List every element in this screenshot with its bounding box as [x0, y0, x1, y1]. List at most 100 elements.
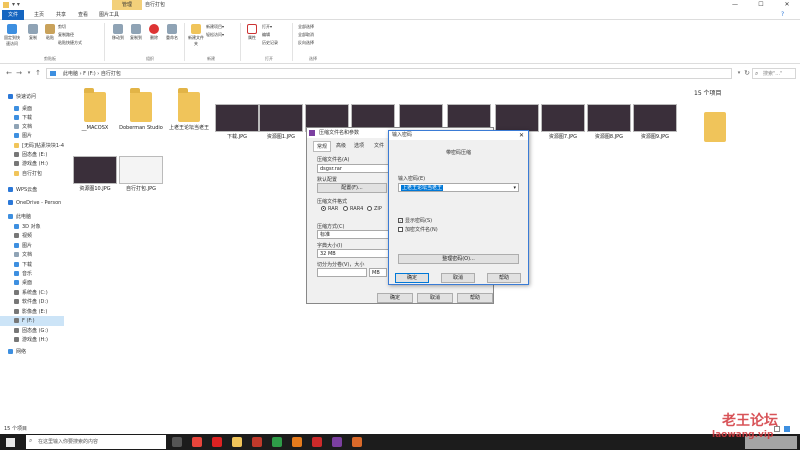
- sidebar-item[interactable]: 软件盘 (D:): [0, 297, 64, 307]
- app-green-icon[interactable]: [272, 437, 282, 447]
- organize-passwords-button[interactable]: 整理密码(O)...: [398, 254, 519, 264]
- minimize-button[interactable]: —: [722, 0, 748, 10]
- format-zip-radio[interactable]: ZIP: [367, 206, 382, 212]
- tab-options[interactable]: 选项: [351, 141, 367, 150]
- tab-file[interactable]: 文件: [2, 10, 24, 20]
- search-input[interactable]: 搜索"...": [752, 68, 796, 79]
- app-orange-icon[interactable]: [352, 437, 362, 447]
- sidebar-item-label: 固态盘 (E:): [22, 152, 48, 158]
- cancel-button[interactable]: 取消: [417, 293, 453, 303]
- split-unit-select[interactable]: MB: [369, 268, 387, 277]
- show-password-checkbox[interactable]: ✓ 显示密码(S): [398, 217, 432, 224]
- select-none-button[interactable]: 全部取消: [298, 31, 314, 38]
- sidebar-item[interactable]: 此电脑: [0, 212, 64, 222]
- tab-view[interactable]: 查看: [72, 10, 94, 20]
- image-file-item[interactable]: 资源图1.JPG: [256, 104, 306, 140]
- tab-home[interactable]: 主页: [28, 10, 50, 20]
- tab-files[interactable]: 文件: [371, 141, 387, 150]
- windows-start-icon[interactable]: [6, 438, 15, 447]
- back-button[interactable]: ←: [4, 68, 14, 78]
- yandex-icon[interactable]: [212, 437, 222, 447]
- sidebar-item[interactable]: 视频: [0, 231, 64, 241]
- copy-button[interactable]: 复制: [25, 24, 41, 50]
- method-select[interactable]: 标准: [317, 230, 389, 239]
- close-icon[interactable]: ✕: [519, 131, 524, 140]
- ok-button[interactable]: 确定: [377, 293, 413, 303]
- cancel-button[interactable]: 取消: [441, 273, 475, 283]
- archive-name-input[interactable]: dsgsr.rar: [317, 164, 389, 173]
- forward-button[interactable]: →: [14, 68, 24, 78]
- cut-button[interactable]: 剪切: [58, 23, 66, 30]
- app-red-icon[interactable]: [252, 437, 262, 447]
- folder-item[interactable]: Doberman Studio: [116, 88, 166, 131]
- edit-button[interactable]: 编辑: [262, 31, 270, 38]
- new-folder-button[interactable]: 新建文件夹: [188, 24, 204, 50]
- sidebar-item[interactable]: OneDrive - Person: [0, 198, 64, 208]
- image-file-item[interactable]: 资源图7.JPG: [538, 104, 588, 140]
- address-bar[interactable]: 此电脑 › F (F:) › 自行打包: [46, 68, 732, 79]
- quick-access-toolbar[interactable]: ▾ ▾: [12, 1, 20, 8]
- history-button[interactable]: 历史记录: [262, 39, 278, 46]
- search-app-icon[interactable]: [292, 437, 302, 447]
- sidebar-item[interactable]: 快速访问: [0, 92, 64, 102]
- tab-general[interactable]: 常规: [313, 141, 332, 152]
- split-size-input[interactable]: [317, 268, 367, 277]
- image-file-item[interactable]: 资源图9.JPG: [630, 104, 680, 140]
- sidebar-item[interactable]: 网络: [0, 347, 64, 357]
- sidebar-item[interactable]: F (F:): [0, 316, 64, 326]
- winrar-icon[interactable]: [332, 437, 342, 447]
- folder-taskbar-icon[interactable]: [232, 437, 242, 447]
- refresh-icon[interactable]: ↻: [742, 68, 752, 78]
- encrypt-names-checkbox[interactable]: 加密文件名(N): [398, 226, 438, 233]
- select-all-button[interactable]: 全部选择: [298, 23, 314, 30]
- chrome-icon[interactable]: [192, 437, 202, 447]
- task-view-icon[interactable]: [172, 437, 182, 447]
- delete-button[interactable]: 删除: [146, 24, 162, 50]
- profile-button[interactable]: 配置(F)...: [317, 183, 387, 193]
- format-rar4-radio[interactable]: RAR4: [343, 206, 363, 212]
- copy-path-button[interactable]: 复制路径: [58, 31, 74, 38]
- sidebar-item[interactable]: 自行打包: [0, 169, 64, 179]
- sidebar-item[interactable]: 游戏盘 (H:): [0, 335, 64, 345]
- image-file-item[interactable]: 资源图8.JPG: [584, 104, 634, 140]
- maximize-button[interactable]: ☐: [748, 0, 774, 10]
- ok-button[interactable]: 确定: [395, 273, 429, 283]
- sidebar-item[interactable]: WPS云盘: [0, 185, 64, 195]
- help-icon[interactable]: ?: [781, 11, 784, 18]
- image-file-item[interactable]: 自行打包.JPG: [116, 156, 166, 192]
- invert-selection-button[interactable]: 反向选择: [298, 39, 314, 46]
- tab-share[interactable]: 共享: [50, 10, 72, 20]
- dict-select[interactable]: 32 MB: [317, 249, 389, 258]
- sidebar-item[interactable]: 桌面: [0, 278, 64, 288]
- image-file-item[interactable]: 下载.JPG: [212, 104, 262, 140]
- paste-shortcut-button[interactable]: 粘贴快捷方式: [58, 39, 82, 46]
- rename-button[interactable]: 重命名: [164, 24, 180, 50]
- move-to-button[interactable]: 移动到: [110, 24, 126, 50]
- sidebar-item[interactable]: 图片: [0, 131, 64, 141]
- file-name: 资源图1.JPG: [266, 134, 296, 140]
- folder-item[interactable]: 上老王论坛当老王: [164, 88, 214, 131]
- properties-button[interactable]: 属性: [244, 24, 260, 50]
- image-file-item[interactable]: 资源图10.JPG: [70, 156, 120, 192]
- sidebar-item[interactable]: 游戏盘 (H:): [0, 159, 64, 169]
- tab-picture-tools[interactable]: 图片工具: [94, 10, 124, 20]
- close-button[interactable]: ✕: [774, 0, 800, 10]
- paste-button[interactable]: 粘贴: [42, 24, 58, 50]
- new-item-button[interactable]: 新建项目▾: [206, 23, 224, 30]
- tab-advanced[interactable]: 高级: [333, 141, 349, 150]
- help-button[interactable]: 帮助: [457, 293, 493, 303]
- sidebar-item[interactable]: 文档: [0, 250, 64, 260]
- help-button[interactable]: 帮助: [487, 273, 521, 283]
- pin-quick-access-button[interactable]: 固定到快速访问: [4, 24, 20, 50]
- format-rar-radio[interactable]: • RAR: [321, 206, 338, 212]
- manage-context-tab[interactable]: 管理: [112, 0, 142, 10]
- open-button[interactable]: 打开▾: [262, 23, 272, 30]
- folder-item[interactable]: __MACOSX: [70, 88, 120, 131]
- large-icons-view-icon[interactable]: [784, 426, 790, 432]
- app-red2-icon[interactable]: [312, 437, 322, 447]
- copy-to-button[interactable]: 复制到: [128, 24, 144, 50]
- up-button[interactable]: ↑: [33, 68, 43, 78]
- taskbar-search-input[interactable]: 在这里输入你要搜索的内容: [26, 435, 166, 449]
- easy-access-button[interactable]: 轻松访问▾: [206, 31, 224, 38]
- password-input[interactable]: 上老王论坛当老王 ▾: [398, 183, 519, 192]
